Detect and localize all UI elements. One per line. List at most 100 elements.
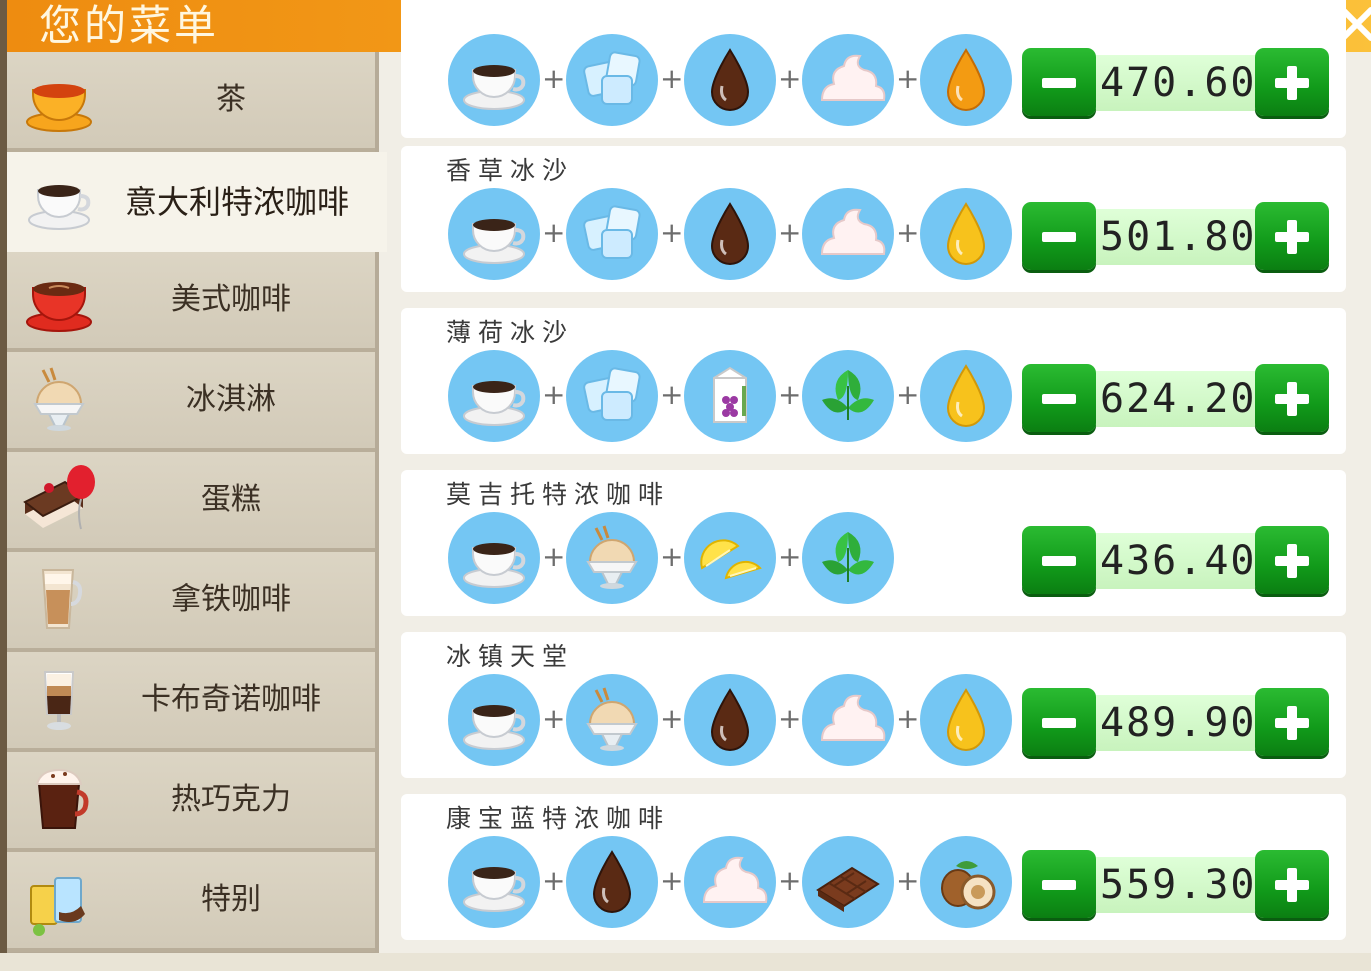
recipe-name: 康宝蓝特浓咖啡: [446, 804, 671, 833]
page-title: 您的菜单: [39, 1, 220, 50]
ingredient-plus-sign: +: [778, 864, 802, 897]
minus-icon: [1042, 78, 1076, 88]
minus-icon: [1042, 394, 1076, 404]
ingredient-plus-sign: +: [660, 378, 684, 411]
plus-icon: [1275, 706, 1309, 740]
ingredient-plus-sign: +: [660, 702, 684, 735]
price-stepper: 559.30: [1022, 850, 1329, 920]
price-value: 624.20: [1100, 376, 1257, 422]
price-value: 470.60: [1100, 60, 1257, 106]
recipe-card: 薄荷冰沙 + + + +624.20: [401, 308, 1346, 454]
category-label: 卡布奇诺咖啡: [141, 682, 321, 717]
price-stepper: 501.80: [1022, 202, 1329, 272]
mint-leaves-icon: [800, 348, 896, 444]
category-item[interactable]: 意大利特浓咖啡: [7, 152, 387, 252]
recipe-card: 康宝蓝特浓咖啡 + + + +559.30: [401, 794, 1346, 940]
category-label: 茶: [216, 82, 246, 117]
recipe-name: 香草冰沙: [446, 156, 575, 185]
ingredient-plus-sign: +: [778, 540, 802, 573]
window-edge: [0, 0, 7, 971]
hazelnuts-icon: [918, 834, 1014, 930]
vanilla-syrup-drop-icon: [918, 186, 1014, 282]
increase-price-button[interactable]: [1255, 364, 1329, 432]
ingredient-plus-sign: +: [542, 702, 566, 735]
ingredient-plus-sign: +: [660, 864, 684, 897]
increase-price-button[interactable]: [1255, 48, 1329, 116]
plus-icon: [1275, 66, 1309, 100]
recipe-card: 香草冰沙 + + + +501.80: [401, 146, 1346, 292]
price-stepper: 489.90: [1022, 688, 1329, 758]
category-item[interactable]: 茶: [7, 52, 375, 152]
price-value: 489.90: [1100, 700, 1257, 746]
category-label: 意大利特浓咖啡: [124, 183, 349, 221]
ingredient-plus-sign: +: [896, 864, 920, 897]
category-item[interactable]: 蛋糕: [7, 452, 375, 552]
ingredient-plus-sign: +: [542, 864, 566, 897]
ice-cubes-icon: [564, 348, 660, 444]
category-label: 热巧克力: [171, 782, 291, 817]
ingredient-plus-sign: +: [896, 62, 920, 95]
category-item[interactable]: 拿铁咖啡: [7, 552, 375, 652]
minus-icon: [1042, 556, 1076, 566]
ingredient-plus-sign: +: [896, 216, 920, 249]
mint-leaves-icon: [800, 510, 896, 606]
recipe-list: + + + +470.60 香草冰沙 + + + +501.80 薄荷冰沙 + + + +624.20 莫吉…: [384, 0, 1371, 953]
category-label: 冰淇淋: [186, 382, 276, 417]
vanilla-syrup-drop-icon: [918, 348, 1014, 444]
coffee-cup-icon: [446, 510, 542, 606]
recipe-card: + + + +470.60: [401, 0, 1346, 138]
category-item[interactable]: 冰淇淋: [7, 352, 375, 452]
ingredient-plus-sign: +: [896, 378, 920, 411]
ingredient-plus-sign: +: [778, 62, 802, 95]
price-stepper: 624.20: [1022, 364, 1329, 434]
category-label: 拿铁咖啡: [171, 582, 291, 617]
increase-price-button[interactable]: [1255, 688, 1329, 756]
decrease-price-button[interactable]: [1022, 526, 1096, 594]
coffee-cup-icon: [446, 32, 542, 128]
ice-cubes-icon: [564, 32, 660, 128]
category-label: 特别: [201, 882, 261, 917]
increase-price-button[interactable]: [1255, 202, 1329, 270]
whipped-cream-icon: [800, 672, 896, 768]
coffee-cup-icon: [446, 672, 542, 768]
category-item[interactable]: 热巧克力: [7, 752, 375, 852]
ingredient-plus-sign: +: [778, 216, 802, 249]
decrease-price-button[interactable]: [1022, 850, 1096, 918]
increase-price-button[interactable]: [1255, 850, 1329, 918]
price-value: 436.40: [1100, 538, 1257, 584]
decrease-price-button[interactable]: [1022, 202, 1096, 270]
category-item[interactable]: 美式咖啡: [7, 252, 375, 352]
category-item[interactable]: 卡布奇诺咖啡: [7, 652, 375, 752]
ingredient-plus-sign: +: [778, 702, 802, 735]
category-label: 蛋糕: [201, 482, 261, 517]
recipe-name: 冰镇天堂: [446, 642, 575, 671]
recipe-name: 薄荷冰沙: [446, 318, 575, 347]
recipe-card: 莫吉托特浓咖啡 + + +436.40: [401, 470, 1346, 616]
decrease-price-button[interactable]: [1022, 688, 1096, 756]
lemon-slices-icon: [682, 510, 778, 606]
ingredient-plus-sign: +: [660, 216, 684, 249]
vanilla-syrup-drop-icon: [918, 672, 1014, 768]
ingredient-plus-sign: +: [542, 62, 566, 95]
plus-icon: [1275, 220, 1309, 254]
coffee-cup-icon: [446, 348, 542, 444]
chocolate-syrup-drop-icon: [682, 32, 778, 128]
plus-icon: [1275, 382, 1309, 416]
minus-icon: [1042, 880, 1076, 890]
chocolate-bar-icon: [800, 834, 896, 930]
category-item[interactable]: 特别: [7, 852, 375, 952]
ice-cream-icon: [564, 510, 660, 606]
decrease-price-button[interactable]: [1022, 48, 1096, 116]
ingredient-plus-sign: +: [896, 702, 920, 735]
whipped-cream-icon: [800, 32, 896, 128]
decrease-price-button[interactable]: [1022, 364, 1096, 432]
chocolate-syrup-drop-icon: [682, 672, 778, 768]
ingredient-plus-sign: +: [778, 378, 802, 411]
increase-price-button[interactable]: [1255, 526, 1329, 594]
plus-icon: [1275, 868, 1309, 902]
ingredient-plus-sign: +: [542, 216, 566, 249]
coffee-cup-icon: [446, 186, 542, 282]
ingredient-plus-sign: +: [542, 378, 566, 411]
grape-juice-carton-icon: [682, 348, 778, 444]
price-value: 559.30: [1100, 862, 1257, 908]
